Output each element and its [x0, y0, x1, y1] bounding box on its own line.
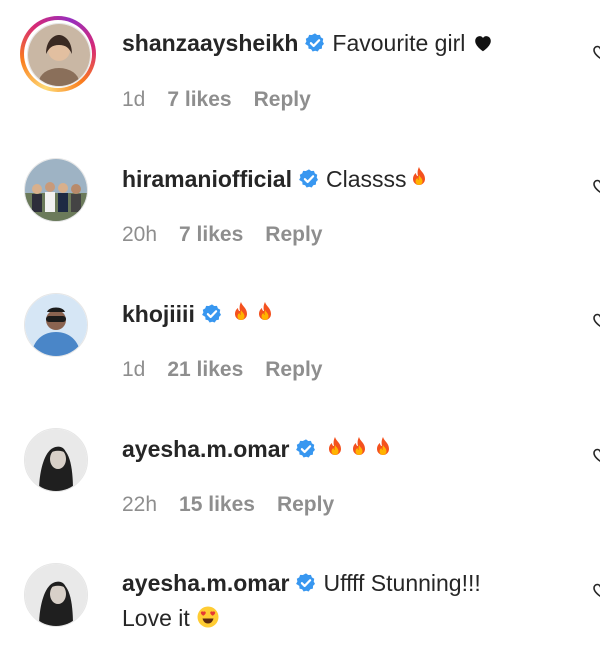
comment-time: 1d: [122, 88, 146, 111]
comment-time: 22h: [122, 493, 158, 516]
black-heart-icon: [474, 36, 491, 52]
verified-icon: [200, 303, 222, 324]
avatar[interactable]: [24, 293, 88, 357]
fire-icon: [353, 437, 366, 455]
fire-icon: [412, 167, 425, 185]
comment-username[interactable]: khojiiii: [122, 301, 195, 327]
story-ring[interactable]: [20, 16, 96, 92]
comment-username[interactable]: shanzaaysheikh: [122, 30, 298, 56]
comment-username[interactable]: ayesha.m.omar: [122, 570, 289, 596]
avatar[interactable]: [27, 23, 91, 87]
like-heart-icon[interactable]: [592, 312, 600, 328]
comment-likes[interactable]: 7 likes: [179, 223, 243, 247]
verified-icon: [297, 168, 320, 189]
comment-time: 20h: [122, 223, 158, 246]
verified-icon: [304, 32, 326, 53]
comment-meta: 20h 7 likes Reply: [122, 223, 344, 247]
avatar[interactable]: [24, 428, 88, 492]
reply-button[interactable]: Reply: [265, 358, 322, 382]
fire-icon: [234, 302, 247, 320]
like-heart-icon[interactable]: [592, 582, 600, 598]
comment-meta: 22h 15 likes Reply: [122, 493, 356, 517]
comment-username[interactable]: ayesha.m.omar: [122, 436, 289, 462]
reply-button[interactable]: Reply: [254, 88, 311, 112]
fire-icon: [377, 437, 390, 455]
heart-eyes-icon: [197, 606, 219, 628]
fire-icon: [258, 302, 271, 320]
comment-time: 1d: [122, 358, 146, 381]
comment-likes[interactable]: 7 likes: [167, 88, 231, 112]
comment-text: Favourite girl: [332, 30, 466, 56]
reply-button[interactable]: Reply: [265, 223, 322, 247]
comment-text: Uffff Stunning!!!: [323, 570, 481, 596]
comment-text: Classss: [325, 166, 407, 192]
like-heart-icon[interactable]: [592, 44, 600, 60]
verified-icon: [295, 572, 317, 593]
avatar[interactable]: [24, 563, 88, 627]
comment-meta: 1d 21 likes Reply: [122, 358, 344, 382]
comment-likes[interactable]: 21 likes: [167, 358, 243, 382]
like-heart-icon[interactable]: [592, 447, 600, 463]
fire-icon: [329, 437, 342, 455]
comment-text-continuation: Love it: [122, 605, 190, 631]
comment-meta: 1d 7 likes Reply: [122, 88, 333, 112]
verified-icon: [295, 438, 317, 459]
comment-username[interactable]: hiramaniofficial: [122, 166, 292, 192]
avatar[interactable]: [24, 158, 88, 222]
like-heart-icon[interactable]: [592, 178, 600, 194]
reply-button[interactable]: Reply: [277, 493, 334, 517]
comment-likes[interactable]: 15 likes: [179, 493, 255, 517]
